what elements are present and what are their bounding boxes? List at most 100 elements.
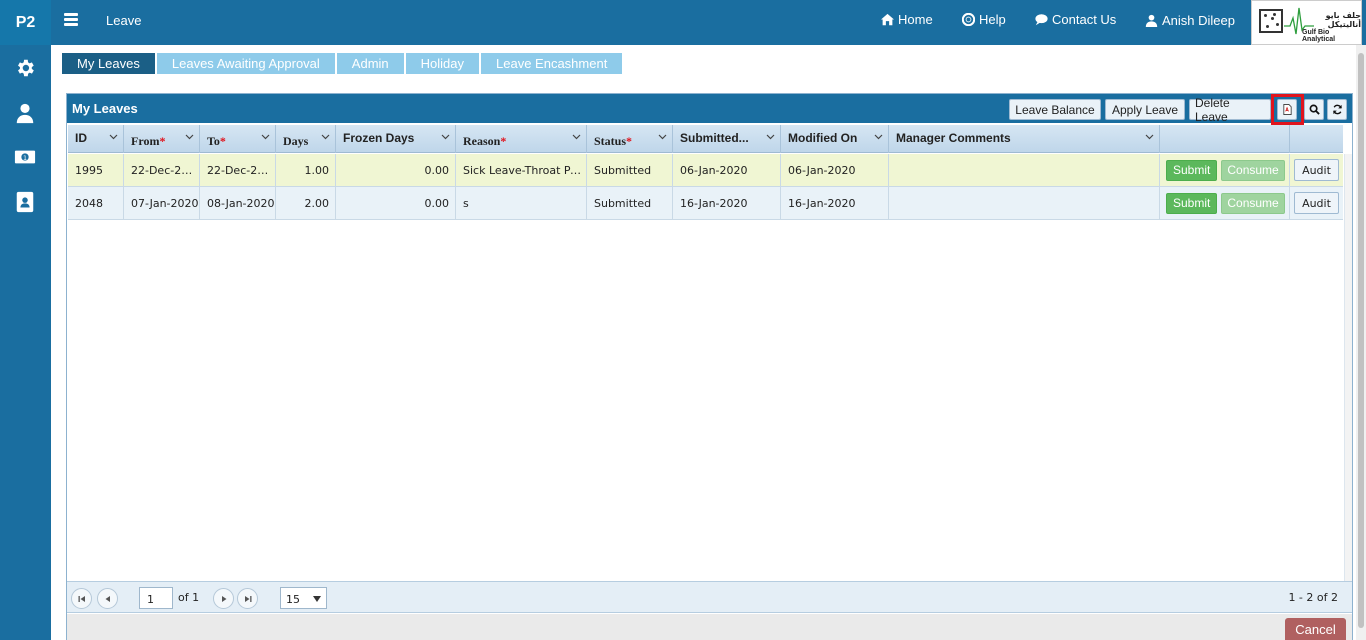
cell-id: 1995 [68,154,124,186]
chevron-down-icon[interactable] [572,134,581,140]
sidebar-contacts[interactable] [14,191,36,213]
consume-button[interactable]: Consume [1221,192,1285,214]
cell-to: 22-Dec-2019 [200,154,276,186]
sidebar-payroll[interactable]: 1 [14,146,36,168]
page-size-value: 15 [286,593,300,606]
col-days[interactable]: Days [276,125,336,153]
cell-manager-comments [889,154,1160,186]
cell-actions: Submit Consume [1160,154,1290,186]
chat-icon [1035,14,1048,26]
page-size-select[interactable]: 15 [280,587,327,609]
chevron-down-icon[interactable] [766,134,775,140]
page-count-label: of 1 [178,591,200,604]
leave-balance-button[interactable]: Leave Balance [1009,99,1101,120]
user-menu[interactable]: Anish Dileep [1145,13,1235,28]
col-id[interactable]: ID [68,125,124,153]
next-page-button[interactable] [213,588,234,609]
required-marker: * [500,134,507,148]
cell-audit: Audit [1290,187,1343,219]
home-icon [881,13,894,26]
col-days-label: Days [283,134,309,148]
cell-to: 08-Jan-2020 [200,187,276,219]
first-page-button[interactable] [71,588,92,609]
cancel-button[interactable]: Cancel [1285,618,1346,640]
svg-text:1: 1 [23,154,27,162]
chevron-down-icon[interactable] [658,134,667,140]
nav-help[interactable]: Help [962,12,1006,27]
caret-down-icon [313,596,321,602]
logo-mark-icon [1259,9,1283,33]
tab-leave-encashment[interactable]: Leave Encashment [481,53,623,74]
chevron-down-icon[interactable] [185,134,194,140]
prev-page-button[interactable] [97,588,118,609]
chevron-down-icon[interactable] [441,134,450,140]
tab-my-leaves[interactable]: My Leaves [62,53,155,74]
user-name: Anish Dileep [1162,13,1235,28]
consume-button[interactable]: Consume [1221,159,1285,181]
user-icon [1145,14,1158,27]
nav-contact[interactable]: Contact Us [1035,12,1116,27]
lifebuoy-icon [962,13,975,26]
my-leaves-panel: My Leaves Leave Balance Apply Leave Dele… [66,93,1353,640]
cell-reason: s [456,187,587,219]
col-to[interactable]: To* [200,125,276,153]
chevron-down-icon[interactable] [874,134,883,140]
sidebar-profile[interactable] [14,102,36,124]
col-from[interactable]: From* [124,125,200,153]
refresh-button[interactable] [1327,99,1347,120]
col-from-label: From [131,134,160,148]
table-row[interactable]: 2048 07-Jan-2020 08-Jan-2020 2.00 0.00 s… [68,187,1343,220]
logo-arabic-text: جلف بايو أناليتيكل [1325,11,1361,29]
table-row[interactable]: 1995 22-Dec-2019 22-Dec-2019 1.00 0.00 S… [68,154,1343,187]
page-scrollbar[interactable] [1356,45,1366,640]
submit-button[interactable]: Submit [1166,192,1218,214]
col-frozen-days[interactable]: Frozen Days [336,125,456,153]
cell-modified-on: 16-Jan-2020 [781,187,889,219]
nav-contact-label: Contact Us [1052,12,1117,27]
col-submitted[interactable]: Submitted... [673,125,781,153]
delete-leave-button[interactable]: Delete Leave [1189,96,1271,124]
audit-button[interactable]: Audit [1294,192,1339,214]
cell-submitted: 06-Jan-2020 [673,154,781,186]
required-marker: * [159,134,166,148]
col-status-label: Status [594,134,627,148]
tab-holiday[interactable]: Holiday [405,53,480,74]
cell-audit: Audit [1290,154,1343,186]
col-modified-on[interactable]: Modified On [781,125,889,153]
refresh-icon [1332,104,1342,115]
menu-toggle-icon[interactable] [64,13,78,27]
col-reason[interactable]: Reason* [456,125,587,153]
chevron-down-icon[interactable] [261,134,270,140]
search-button[interactable] [1304,99,1324,120]
chevron-down-icon[interactable] [321,134,330,140]
last-page-icon [244,595,251,602]
panel-title: My Leaves [72,101,138,116]
col-manager-comments[interactable]: Manager Comments [889,125,1160,153]
cell-frozen-days: 0.00 [336,187,456,219]
grid-scrollbar[interactable] [1344,154,1352,581]
col-id-label: ID [75,131,87,145]
scrollbar-thumb[interactable] [1358,53,1364,628]
page-number-input[interactable]: 1 [139,587,173,609]
col-manager-comments-label: Manager Comments [896,131,1011,145]
tab-leaves-awaiting-approval[interactable]: Leaves Awaiting Approval [156,53,335,74]
user-icon [16,103,34,124]
money-icon: 1 [14,150,36,164]
nav-home[interactable]: Home [881,12,933,27]
cell-reason: Sick Leave-Throat Pain and Fever [456,154,587,186]
submit-button[interactable]: Submit [1166,159,1218,181]
sidebar-settings[interactable] [14,57,36,79]
chevron-down-icon[interactable] [1145,134,1154,140]
app-title: Leave [106,13,142,28]
audit-button[interactable]: Audit [1294,159,1339,181]
tab-admin[interactable]: Admin [336,53,404,74]
last-page-button[interactable] [237,588,258,609]
col-status[interactable]: Status* [587,125,673,153]
chevron-down-icon[interactable] [109,134,118,140]
col-reason-label: Reason [463,134,501,148]
col-audit [1290,125,1343,153]
grid-header: ID From* To* Days Frozen Days Reason* St… [68,125,1343,153]
required-marker: * [219,134,226,148]
brand-logo[interactable]: P2 [0,0,51,45]
apply-leave-button[interactable]: Apply Leave [1105,99,1185,120]
